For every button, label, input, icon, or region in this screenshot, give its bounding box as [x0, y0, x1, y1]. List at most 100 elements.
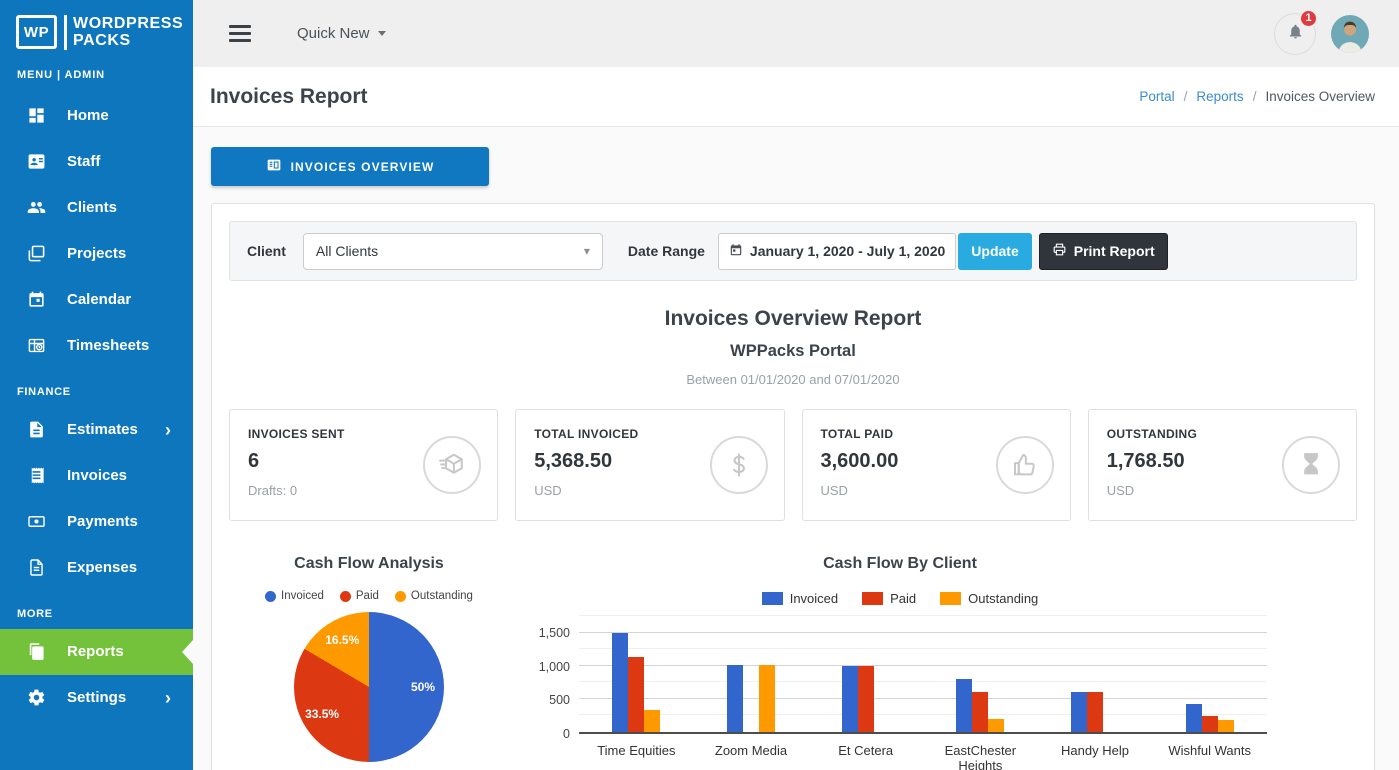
- logo-line2: PACKS: [73, 32, 183, 49]
- avatar[interactable]: [1331, 15, 1369, 53]
- bar-category-label: Time Equities: [579, 743, 694, 770]
- sidebar-item-label: Home: [67, 107, 109, 124]
- pie: 50%33.5%16.5%: [294, 612, 444, 762]
- hamburger-icon[interactable]: [229, 25, 251, 42]
- sidebar-item-home[interactable]: Home: [0, 93, 193, 139]
- bar-paid: [972, 692, 988, 732]
- legend-label: Outstanding: [968, 591, 1038, 606]
- hourglass-icon: [1282, 436, 1340, 494]
- bar-paid: [628, 657, 644, 732]
- pie-slice-label: 16.5%: [325, 633, 359, 647]
- breadcrumb-separator: /: [1184, 89, 1188, 104]
- sidebar-item-invoices[interactable]: Invoices: [0, 453, 193, 499]
- sidebar-item-estimates[interactable]: Estimates ›: [0, 407, 193, 453]
- legend-swatch-icon: [862, 592, 883, 605]
- legend-dot-icon: [265, 591, 276, 602]
- timesheet-clock-icon: [27, 336, 46, 355]
- bar-invoiced: [956, 679, 972, 732]
- legend-item-invoiced: Invoiced: [265, 590, 324, 602]
- bar-group: [694, 616, 809, 732]
- bar-outstanding: [988, 719, 1004, 732]
- dashboard-icon: [27, 106, 46, 125]
- reports-cards-icon: [27, 642, 46, 661]
- legend-item-invoiced: Invoiced: [762, 591, 838, 606]
- breadcrumb-separator: /: [1253, 89, 1257, 104]
- sidebar-item-staff[interactable]: Staff: [0, 139, 193, 185]
- charts-row: Cash Flow Analysis InvoicedPaidOutstandi…: [229, 555, 1357, 770]
- section-header-more: MORE: [0, 591, 193, 629]
- bar-plot: [579, 616, 1267, 734]
- bar-group: [1152, 616, 1267, 732]
- legend-item-outstanding: Outstanding: [940, 591, 1038, 606]
- dollar-circle-icon: [710, 436, 768, 494]
- breadcrumb-portal[interactable]: Portal: [1139, 89, 1174, 104]
- notifications-button[interactable]: 1: [1274, 13, 1316, 55]
- bar-outstanding: [1218, 720, 1234, 732]
- bar-invoiced: [1186, 704, 1202, 733]
- sidebar-item-projects[interactable]: Projects: [0, 231, 193, 277]
- sidebar-item-label: Payments: [67, 513, 138, 530]
- legend-item-paid: Paid: [862, 591, 916, 606]
- topbar-right: 1: [1274, 13, 1399, 55]
- chevron-down-icon: [378, 31, 386, 36]
- legend-swatch-icon: [762, 592, 783, 605]
- sidebar-item-calendar[interactable]: Calendar: [0, 277, 193, 323]
- bar-yaxis: 05001,0001,500: [533, 616, 579, 734]
- bar-category-label: Et Cetera: [808, 743, 923, 770]
- sidebar-item-label: Staff: [67, 153, 100, 170]
- y-tick-label: 0: [563, 727, 570, 741]
- sidebar-item-timesheets[interactable]: Timesheets: [0, 323, 193, 369]
- bar-group: [923, 616, 1038, 732]
- client-select-value: All Clients: [316, 243, 378, 259]
- bar-group: [808, 616, 923, 732]
- sidebar-item-payments[interactable]: Payments: [0, 499, 193, 545]
- page-title: Invoices Report: [210, 85, 368, 109]
- stat-card-total-paid: TOTAL PAID 3,600.00 USD: [802, 409, 1071, 521]
- sidebar-item-label: Estimates: [67, 421, 138, 438]
- breadcrumb-reports[interactable]: Reports: [1196, 89, 1243, 104]
- print-report-button[interactable]: Print Report: [1039, 233, 1168, 270]
- stat-card-total-invoiced: TOTAL INVOICED 5,368.50 USD: [515, 409, 784, 521]
- page-header: Invoices Report Portal / Reports / Invoi…: [193, 67, 1399, 127]
- folders-icon: [27, 244, 46, 263]
- stat-card-outstanding: OUTSTANDING 1,768.50 USD: [1088, 409, 1357, 521]
- legend-label: Paid: [890, 591, 916, 606]
- stat-cards: INVOICES SENT 6 Drafts: 0 TOTAL INVOICED…: [229, 409, 1357, 521]
- quick-new-dropdown[interactable]: Quick New: [297, 25, 386, 42]
- breadcrumb: Portal / Reports / Invoices Overview: [1139, 89, 1375, 104]
- legend-dot-icon: [340, 591, 351, 602]
- sidebar-item-label: Settings: [67, 689, 126, 706]
- menu-admin-label: MENU | ADMIN: [0, 58, 193, 85]
- report-title: Invoices Overview Report: [229, 307, 1357, 331]
- date-range-input[interactable]: January 1, 2020 - July 1, 2020: [718, 233, 956, 270]
- bar-category-label: Handy Help: [1038, 743, 1153, 770]
- legend-label: Outstanding: [411, 590, 473, 602]
- client-select[interactable]: All Clients ▾: [303, 233, 603, 270]
- bar-paid: [1087, 692, 1103, 732]
- y-tick-label: 1,000: [539, 660, 570, 674]
- bar-chart-area: 05001,0001,500: [533, 616, 1267, 734]
- app-logo[interactable]: WP WORDPRESS PACKS: [0, 0, 193, 58]
- people-icon: [27, 198, 46, 217]
- legend-label: Invoiced: [790, 591, 838, 606]
- sidebar-item-label: Clients: [67, 199, 117, 216]
- main-content: INVOICES OVERVIEW Client All Clients ▾ D…: [193, 127, 1399, 770]
- update-button[interactable]: Update: [958, 233, 1031, 270]
- logo-wp-icon: WP: [16, 15, 57, 49]
- sidebar-item-settings[interactable]: Settings ›: [0, 675, 193, 721]
- quick-new-label: Quick New: [297, 25, 370, 42]
- bar-invoiced: [842, 666, 858, 732]
- logo-line1: WORDPRESS: [73, 15, 183, 32]
- sidebar-item-reports[interactable]: Reports: [0, 629, 193, 675]
- bar-group: [1038, 616, 1153, 732]
- notification-badge: 1: [1299, 9, 1318, 28]
- chevron-down-icon: ▾: [584, 244, 590, 258]
- legend-swatch-icon: [940, 592, 961, 605]
- legend-label: Paid: [356, 590, 379, 602]
- sidebar-item-expenses[interactable]: Expenses: [0, 545, 193, 591]
- report-card: Client All Clients ▾ Date Range January …: [211, 203, 1375, 770]
- gear-icon: [27, 688, 46, 707]
- sidebar-item-clients[interactable]: Clients: [0, 185, 193, 231]
- invoices-overview-button[interactable]: INVOICES OVERVIEW: [211, 147, 489, 186]
- sidebar-item-label: Invoices: [67, 467, 127, 484]
